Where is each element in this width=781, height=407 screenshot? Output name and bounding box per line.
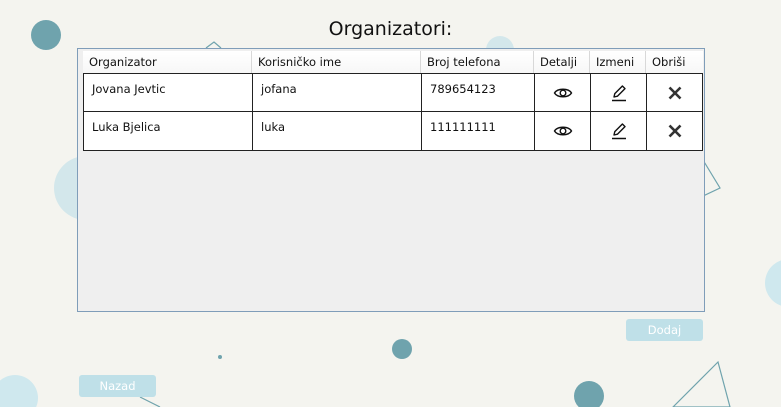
column-header-username[interactable]: Korisničko ime: [252, 51, 421, 73]
close-icon: [668, 86, 681, 100]
edit-button[interactable]: [590, 112, 646, 150]
username-cell[interactable]: jofana: [252, 74, 421, 112]
phone-cell[interactable]: 789654123: [421, 74, 534, 112]
column-header-details[interactable]: Detalji: [534, 51, 590, 73]
edit-button[interactable]: [590, 74, 646, 112]
close-icon: [668, 124, 681, 138]
table-row[interactable]: Jovana Jevtic jofana 789654123: [83, 73, 703, 112]
pencil-icon: [611, 123, 626, 140]
table-header: Organizator Korisničko ime Broj telefona…: [83, 51, 703, 73]
phone-cell[interactable]: 111111111: [421, 112, 534, 150]
column-header-delete[interactable]: Obriši: [646, 51, 703, 73]
column-header-edit[interactable]: Izmeni: [590, 51, 646, 73]
table-body: Jovana Jevtic jofana 789654123 Luka Bjel…: [83, 73, 703, 151]
column-header-phone[interactable]: Broj telefona: [421, 51, 534, 73]
page-title: Organizatori:: [328, 18, 453, 40]
organizer-name-cell[interactable]: Jovana Jevtic: [83, 74, 252, 112]
eye-icon: [553, 126, 572, 136]
back-button[interactable]: Nazad: [79, 375, 156, 397]
delete-button[interactable]: [646, 74, 703, 112]
table-row[interactable]: Luka Bjelica luka 111111111: [83, 112, 703, 151]
username-cell[interactable]: luka: [252, 112, 421, 150]
delete-button[interactable]: [646, 112, 703, 150]
details-button[interactable]: [534, 112, 590, 150]
organizers-table: Organizator Korisničko ime Broj telefona…: [77, 48, 705, 312]
column-header-organizator[interactable]: Organizator: [83, 51, 252, 73]
add-button[interactable]: Dodaj: [626, 319, 703, 341]
details-button[interactable]: [534, 74, 590, 112]
eye-icon: [553, 88, 572, 98]
pencil-icon: [611, 85, 626, 102]
organizer-name-cell[interactable]: Luka Bjelica: [83, 112, 252, 150]
